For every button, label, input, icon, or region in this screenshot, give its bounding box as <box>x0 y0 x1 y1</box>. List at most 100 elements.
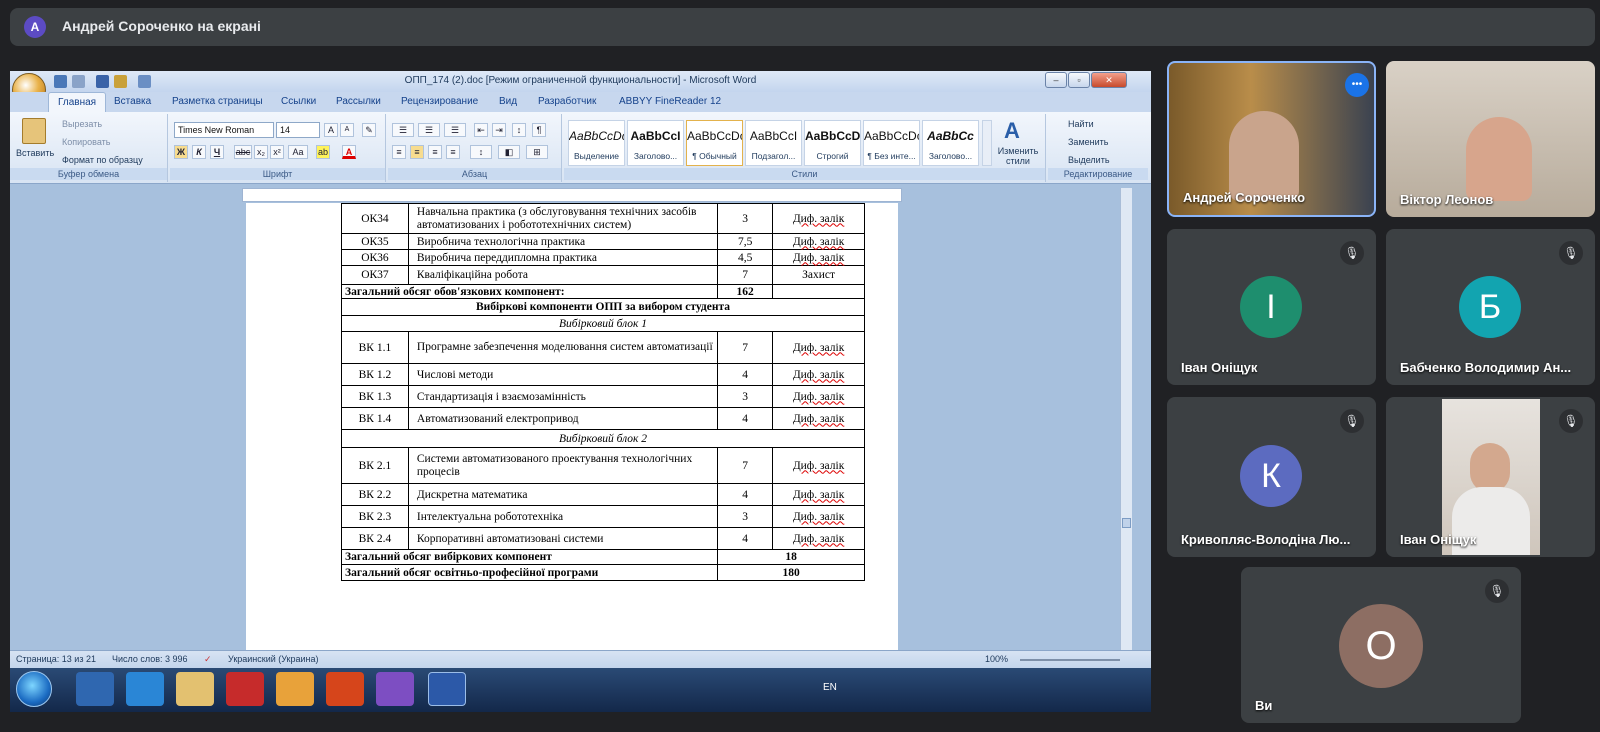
strikethrough-button[interactable]: abc <box>234 145 252 159</box>
borders-icon[interactable]: ⊞ <box>526 145 548 159</box>
paste-button[interactable]: Вставить <box>16 148 54 158</box>
pilcrow-icon[interactable]: ¶ <box>532 123 546 137</box>
powerpoint-icon[interactable] <box>326 672 364 706</box>
viber-icon[interactable] <box>376 672 414 706</box>
highlight-icon[interactable]: ab <box>316 145 330 159</box>
font-name-select[interactable]: Times New Roman <box>174 122 274 138</box>
styles-scroll[interactable] <box>982 120 992 166</box>
undo-icon[interactable] <box>72 75 85 88</box>
language-status[interactable]: Украинский (Украина) <box>228 654 319 664</box>
multilevel-list-icon[interactable]: ☰ <box>444 123 466 137</box>
taskbar-app-icon[interactable] <box>76 672 114 706</box>
participant-tile[interactable]: Віктор Леонов <box>1386 61 1595 217</box>
tab-mailings[interactable]: Рассылки <box>336 96 381 107</box>
replace-button[interactable]: Заменить <box>1068 137 1108 147</box>
change-styles-icon[interactable]: A <box>1004 118 1020 144</box>
justify-icon[interactable]: ≡ <box>446 145 460 159</box>
tab-developer[interactable]: Разработчик <box>538 96 596 107</box>
decrease-indent-icon[interactable]: ⇤ <box>474 123 488 137</box>
page-count[interactable]: Страница: 13 из 21 <box>16 654 96 664</box>
close-button[interactable]: ✕ <box>1091 72 1127 88</box>
participant-tile[interactable]: 🎙 К Кривопляс-Володіна Лю... <box>1167 397 1376 557</box>
participant-tile[interactable]: 🎙 Іван Оніщук <box>1386 397 1595 557</box>
save-icon[interactable] <box>54 75 67 88</box>
bullets-icon[interactable]: ☰ <box>392 123 414 137</box>
align-center-icon[interactable]: ≡ <box>410 145 424 159</box>
copy-button[interactable]: Копировать <box>62 137 110 147</box>
input-language[interactable]: EN <box>823 682 837 693</box>
quick-access-icon-2[interactable] <box>138 75 151 88</box>
word-count[interactable]: Число слов: 3 996 <box>112 654 188 664</box>
ribbon: Вставить Вырезать Копировать Формат по о… <box>10 112 1151 184</box>
tab-view[interactable]: Вид <box>499 96 517 107</box>
style-normal[interactable]: AaBbCcDc ¶ Обычный <box>686 120 743 166</box>
change-styles-button[interactable]: Изменить стили <box>996 146 1040 166</box>
participant-avatar: К <box>1240 445 1302 507</box>
start-button[interactable] <box>16 671 52 707</box>
subscript-button[interactable]: x₂ <box>254 145 268 159</box>
tab-abbyy[interactable]: ABBYY FineReader 12 <box>619 96 721 107</box>
tab-page-layout[interactable]: Разметка страницы <box>172 96 263 107</box>
zoom-level[interactable]: 100% <box>985 654 1008 664</box>
align-right-icon[interactable]: ≡ <box>428 145 442 159</box>
spellcheck-icon[interactable]: ✓ <box>204 654 212 665</box>
vertical-scrollbar[interactable] <box>1120 188 1132 655</box>
bold-button[interactable]: Ж <box>174 145 188 159</box>
style-subtitle[interactable]: AaBbCcI Подзагол... <box>745 120 802 166</box>
participant-video <box>1466 117 1532 201</box>
styles-group-label: Стили <box>564 168 1045 180</box>
line-spacing-icon[interactable]: ↕ <box>470 145 492 159</box>
tab-references[interactable]: Ссылки <box>281 96 316 107</box>
clear-format-icon[interactable]: ✎ <box>362 123 376 137</box>
scroll-thumb[interactable] <box>1122 518 1131 528</box>
superscript-button[interactable]: x² <box>270 145 284 159</box>
word-taskbar-icon[interactable] <box>428 672 466 706</box>
participant-tile-self[interactable]: 🎙 О Ви <box>1241 567 1521 723</box>
tab-insert[interactable]: Вставка <box>114 96 151 107</box>
format-painter-button[interactable]: Формат по образцу <box>62 155 143 165</box>
participant-tile[interactable]: ••• Андрей Сороченко <box>1167 61 1376 217</box>
style-strong[interactable]: AaBbCcDdСтрогий <box>804 120 861 166</box>
pdf-icon[interactable] <box>226 672 264 706</box>
ie-icon[interactable] <box>126 672 164 706</box>
shrink-font-button[interactable]: A <box>340 123 354 137</box>
numbering-icon[interactable]: ☰ <box>418 123 440 137</box>
zoom-slider[interactable] <box>1020 659 1120 661</box>
table-row: ВК 1.1 Програмне забезпечення моделюванн… <box>341 331 865 364</box>
horizontal-ruler[interactable] <box>242 188 902 202</box>
participant-name: Андрей Сороченко <box>1183 190 1306 205</box>
change-case-button[interactable]: Аа <box>288 145 308 159</box>
paste-icon[interactable] <box>22 118 46 144</box>
tab-review[interactable]: Рецензирование <box>401 96 478 107</box>
align-left-icon[interactable]: ≡ <box>392 145 406 159</box>
window-title: ОПП_174 (2).doc [Режим ограниченной функ… <box>404 75 757 86</box>
participant-tile[interactable]: 🎙 Б Бабченко Володимир Ан... <box>1386 229 1595 385</box>
quick-access-icon[interactable] <box>114 75 127 88</box>
style-emphasis[interactable]: AaBbCcDc Выделение <box>568 120 625 166</box>
style-heading-1[interactable]: AaBbCcI Заголово... <box>627 120 684 166</box>
italic-button[interactable]: К <box>192 145 206 159</box>
find-button[interactable]: Найти <box>1068 119 1094 129</box>
document-page[interactable]: ОК34 Навчальна практика (з обслуговуванн… <box>246 203 898 655</box>
tab-home[interactable]: Главная <box>48 92 107 112</box>
more-options-icon[interactable]: ••• <box>1345 73 1369 97</box>
shading-icon[interactable]: ◧ <box>498 145 520 159</box>
grow-font-button[interactable]: A <box>324 123 338 137</box>
clipboard-group: Вставить Вырезать Копировать Формат по о… <box>10 114 168 182</box>
paragraph-group: ☰ ☰ ☰ ⇤ ⇥ ↕ ¶ ≡ ≡ ≡ ≡ ↕ ◧ ⊞ Абзац <box>388 114 562 182</box>
style-no-spacing[interactable]: AaBbCcDc ¶ Без инте... <box>863 120 920 166</box>
redo-icon[interactable] <box>96 75 109 88</box>
font-color-icon[interactable]: A <box>342 145 356 159</box>
style-heading-2[interactable]: AaBbCc Заголово... <box>922 120 979 166</box>
maximize-button[interactable]: ▫ <box>1068 72 1090 88</box>
minimize-button[interactable]: – <box>1045 72 1067 88</box>
underline-button[interactable]: Ч <box>210 145 224 159</box>
cut-button[interactable]: Вырезать <box>62 119 102 129</box>
browser-icon[interactable] <box>276 672 314 706</box>
participant-tile[interactable]: 🎙 І Іван Оніщук <box>1167 229 1376 385</box>
increase-indent-icon[interactable]: ⇥ <box>492 123 506 137</box>
sort-icon[interactable]: ↕ <box>512 123 526 137</box>
font-size-select[interactable]: 14 <box>276 122 320 138</box>
explorer-icon[interactable] <box>176 672 214 706</box>
select-button[interactable]: Выделить <box>1068 155 1110 165</box>
